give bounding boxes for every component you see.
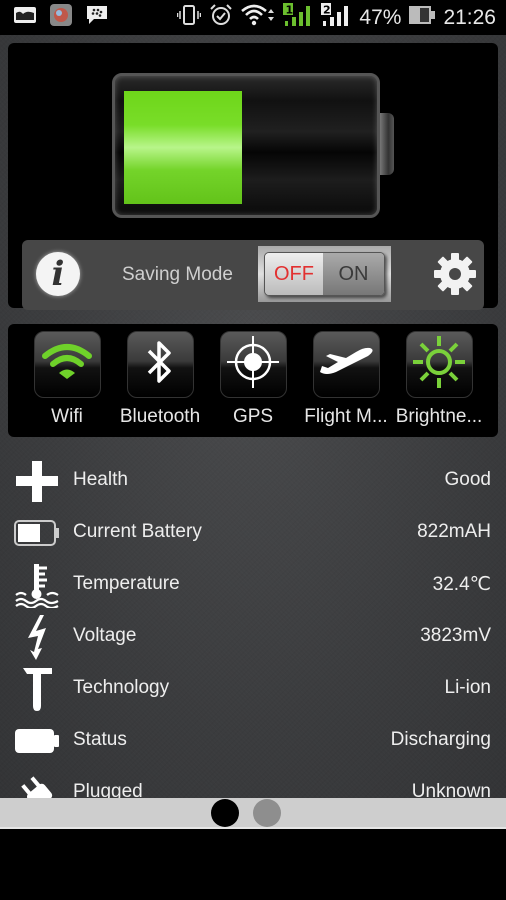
gps-icon — [225, 334, 281, 395]
page-indicator — [0, 798, 506, 829]
clock: 21:26 — [443, 5, 496, 29]
battery-terminal — [380, 113, 394, 175]
tile-label: GPS — [232, 406, 274, 427]
stat-value: Good — [444, 469, 491, 490]
plug-icon — [14, 771, 60, 798]
tile-bluetooth[interactable]: Bluetooth — [114, 331, 206, 428]
battery-body — [112, 73, 380, 218]
toggle-on-segment[interactable]: ON — [323, 253, 384, 295]
tile-label: Bluetooth — [119, 406, 201, 427]
app-thumbnail-icon — [50, 4, 72, 31]
gps-toggle-button[interactable] — [219, 331, 287, 398]
gear-icon[interactable] — [432, 251, 478, 297]
brightness-toggle-button[interactable] — [405, 331, 473, 398]
voltage-bolt-icon — [14, 615, 60, 660]
sim1-signal-icon: 1 — [283, 3, 313, 32]
svg-text:1: 1 — [286, 4, 294, 17]
vibrate-icon — [177, 5, 202, 30]
airplane-icon — [316, 342, 376, 387]
saving-mode-label: Saving Mode — [122, 264, 233, 285]
wifi-icon — [41, 342, 93, 387]
stat-label: Health — [73, 469, 128, 490]
tile-label: Flight M... — [304, 406, 388, 427]
battery-percent: 47% — [359, 5, 402, 29]
tile-gps[interactable]: GPS — [207, 331, 299, 428]
tile-flight-mode[interactable]: Flight M... — [300, 331, 392, 428]
battery-graphic — [112, 73, 397, 218]
toggle-off-segment[interactable]: OFF — [265, 253, 323, 295]
bluetooth-toggle-button[interactable] — [126, 331, 194, 398]
status-battery-icon — [409, 6, 436, 29]
stat-row-temperature: Temperature 32.4℃ — [0, 559, 506, 611]
bbm-icon — [86, 5, 108, 30]
bluetooth-icon — [145, 337, 175, 392]
battery-icon — [14, 511, 60, 555]
stat-value: Discharging — [390, 729, 491, 750]
stat-label: Voltage — [73, 625, 137, 646]
gallery-icon — [14, 7, 36, 28]
alarm-icon — [209, 4, 233, 31]
sim2-signal-icon: 2 — [321, 3, 351, 32]
stat-value: 3823mV — [420, 625, 491, 646]
flight-mode-toggle-button[interactable] — [312, 331, 380, 398]
control-bar: i Saving Mode OFF ON — [22, 240, 484, 310]
saving-mode-toggle[interactable]: OFF ON — [258, 246, 391, 302]
battery-stats-list: Health Good Current Battery 822mAH Tempe… — [0, 455, 506, 798]
stat-value: Unknown — [411, 781, 491, 798]
tile-label: Brightne... — [395, 406, 483, 427]
battery-panel: i Saving Mode OFF ON — [8, 43, 498, 310]
wifi-icon — [241, 4, 275, 31]
stat-value: Li-ion — [444, 677, 491, 698]
page-dot-2[interactable] — [253, 799, 281, 827]
stat-row-plugged: Plugged Unknown — [0, 767, 506, 798]
svg-text:2: 2 — [323, 4, 331, 17]
tile-wifi[interactable]: Wifi — [21, 331, 113, 428]
health-cross-icon — [14, 459, 60, 503]
battery-status-icon — [14, 719, 60, 763]
temperature-icon — [14, 563, 60, 608]
stat-label: Current Battery — [73, 521, 202, 542]
tile-label: Wifi — [51, 406, 83, 427]
stat-row-current-battery: Current Battery 822mAH — [0, 507, 506, 559]
stat-row-health: Health Good — [0, 455, 506, 507]
quick-toggles-panel: Wifi Bluetooth GPS Flight M... Brightne.… — [8, 324, 498, 437]
tile-brightness[interactable]: Brightne... — [393, 331, 485, 428]
brightness-icon — [409, 332, 469, 397]
stat-value: 822mAH — [417, 521, 491, 542]
stat-row-voltage: Voltage 3823mV — [0, 611, 506, 663]
app-content: i Saving Mode OFF ON Wifi Bluetooth GPS … — [0, 35, 506, 798]
stat-label: Technology — [73, 677, 170, 698]
status-bar: 1 2 47% 21:26 — [0, 0, 506, 35]
page-dot-1-active[interactable] — [211, 799, 239, 827]
wifi-toggle-button[interactable] — [33, 331, 101, 398]
stat-label: Temperature — [73, 573, 180, 594]
stat-row-technology: Technology Li-ion — [0, 663, 506, 715]
info-icon[interactable]: i — [36, 252, 80, 296]
battery-level-fill — [124, 91, 242, 204]
stat-label: Status — [73, 729, 127, 750]
stat-value: 32.4℃ — [432, 574, 491, 595]
hammer-icon — [14, 667, 60, 711]
stat-row-status: Status Discharging — [0, 715, 506, 767]
stat-label: Plugged — [73, 781, 143, 798]
